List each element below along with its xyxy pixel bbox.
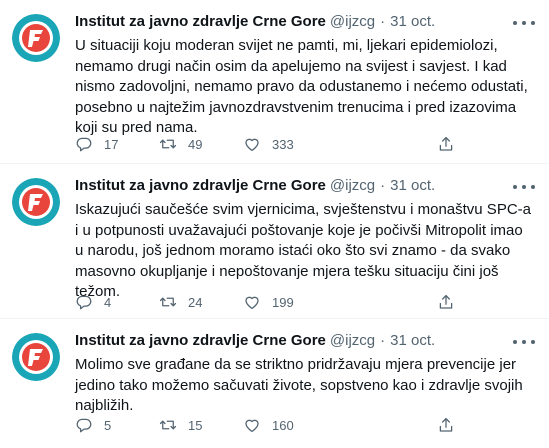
retweet-icon xyxy=(159,297,177,307)
retweet-button[interactable]: 24 xyxy=(159,292,202,312)
author-handle[interactable]: @ijzcg xyxy=(330,332,375,349)
reply-count: 5 xyxy=(104,417,112,433)
tweet-header: Institut za javno zdravlje Crne Gore @ijz… xyxy=(75,12,435,32)
tweet-text: U situaciji koju moderan svijet ne pamti… xyxy=(75,37,528,136)
tweet-header: Institut za javno zdravlje Crne Gore @ijz… xyxy=(75,176,435,196)
author-handle[interactable]: @ijzcg xyxy=(330,13,375,30)
like-button[interactable]: 199 xyxy=(243,292,294,312)
tweet-text: Iskazujući saučešće svim vjernicima, svj… xyxy=(75,201,531,300)
like-count: 160 xyxy=(272,417,294,433)
reply-button[interactable]: 17 xyxy=(75,134,118,154)
share-icon xyxy=(439,294,453,309)
author-name[interactable]: Institut za javno zdravlje Crne Gore xyxy=(75,177,326,194)
separator: · xyxy=(380,177,386,194)
avatar[interactable] xyxy=(12,14,60,62)
author-name[interactable]: Institut za javno zdravlje Crne Gore xyxy=(75,332,326,349)
avatar[interactable] xyxy=(12,333,60,381)
share-button[interactable] xyxy=(437,292,455,312)
like-count: 333 xyxy=(272,136,294,152)
retweet-button[interactable]: 49 xyxy=(159,134,202,154)
reply-button[interactable]: 5 xyxy=(75,415,111,435)
more-icon[interactable] xyxy=(513,16,535,30)
retweet-icon xyxy=(159,139,177,149)
tweet[interactable]: Institut za javno zdravlje Crne Gore @ijz… xyxy=(0,0,549,164)
heart-icon xyxy=(245,138,259,152)
author-name[interactable]: Institut za javno zdravlje Crne Gore xyxy=(75,13,326,30)
tweet-date[interactable]: 31 oct. xyxy=(390,177,435,194)
tweet-date[interactable]: 31 oct. xyxy=(390,13,435,30)
reply-icon xyxy=(76,295,92,310)
share-button[interactable] xyxy=(437,415,455,435)
reply-count: 17 xyxy=(104,136,119,152)
retweet-count: 24 xyxy=(188,294,203,310)
more-icon[interactable] xyxy=(513,335,535,349)
timeline: Institut za javno zdravlje Crne Gore @ijz… xyxy=(0,0,549,448)
share-icon xyxy=(439,136,453,151)
reply-icon xyxy=(76,137,92,152)
heart-icon xyxy=(245,419,259,433)
heart-icon xyxy=(245,296,259,310)
like-button[interactable]: 160 xyxy=(243,415,294,435)
like-button[interactable]: 333 xyxy=(243,134,294,154)
reply-icon xyxy=(76,418,92,433)
tweet[interactable]: Institut za javno zdravlje Crne Gore @ijz… xyxy=(0,164,549,319)
retweet-button[interactable]: 15 xyxy=(159,415,202,435)
retweet-count: 15 xyxy=(188,417,203,433)
separator: · xyxy=(380,332,386,349)
more-icon[interactable] xyxy=(513,180,535,194)
tweet-date[interactable]: 31 oct. xyxy=(390,332,435,349)
separator: · xyxy=(380,13,386,30)
retweet-icon xyxy=(159,420,177,430)
share-button[interactable] xyxy=(437,134,455,154)
tweet[interactable]: Institut za javno zdravlje Crne Gore @ijz… xyxy=(0,319,549,448)
share-icon xyxy=(439,417,453,432)
reply-button[interactable]: 4 xyxy=(75,292,111,312)
tweet-header: Institut za javno zdravlje Crne Gore @ijz… xyxy=(75,331,435,351)
author-handle[interactable]: @ijzcg xyxy=(330,177,375,194)
avatar[interactable] xyxy=(12,178,60,226)
reply-count: 4 xyxy=(104,294,112,310)
retweet-count: 49 xyxy=(188,136,203,152)
tweet-text: Molimo sve građane da se striktno pridrž… xyxy=(75,356,523,414)
like-count: 199 xyxy=(272,294,294,310)
